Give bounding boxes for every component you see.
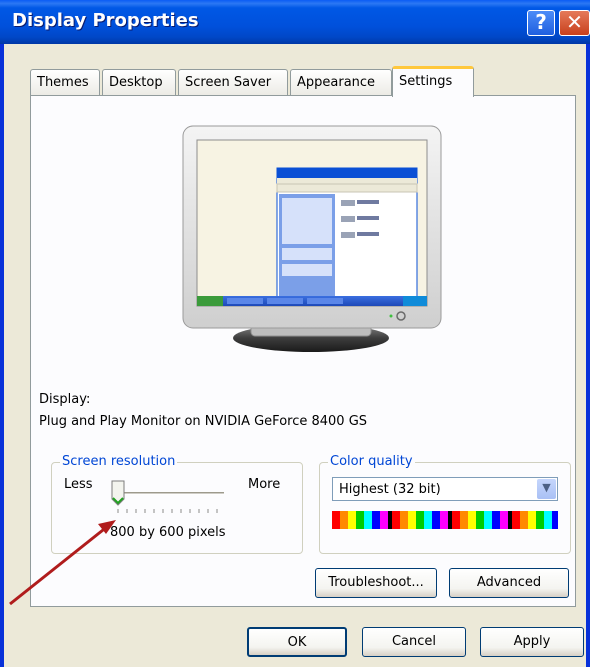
resolution-slider[interactable]: [110, 479, 226, 521]
resolution-value: 800 by 600 pixels: [110, 525, 226, 540]
advanced-button[interactable]: Advanced: [449, 568, 569, 598]
slider-more-label: More: [248, 477, 281, 492]
troubleshoot-button[interactable]: Troubleshoot...: [315, 568, 437, 598]
tab-appearance[interactable]: Appearance: [290, 69, 392, 95]
close-button[interactable]: ✕: [559, 10, 590, 36]
display-heading: Display:: [39, 392, 91, 407]
display-properties-window: Display Properties ? ✕ Themes Desktop Sc…: [0, 0, 590, 667]
help-button[interactable]: ?: [527, 10, 555, 36]
monitor-preview: [182, 125, 442, 352]
slider-less-label: Less: [64, 477, 93, 492]
title-bar[interactable]: Display Properties ? ✕: [0, 0, 590, 44]
ok-button[interactable]: OK: [247, 627, 347, 657]
color-quality-select[interactable]: Highest (32 bit) ▼: [332, 477, 558, 501]
display-device-name: Plug and Play Monitor on NVIDIA GeForce …: [39, 414, 368, 429]
screen-resolution-group: Screen resolution Less More 800 by 600 p…: [51, 454, 303, 554]
tab-settings[interactable]: Settings: [392, 66, 474, 97]
apply-button[interactable]: Apply: [480, 627, 584, 657]
color-quality-legend: Color quality: [328, 454, 415, 469]
color-quality-group: Color quality Highest (32 bit) ▼: [319, 454, 571, 554]
cancel-button[interactable]: Cancel: [362, 627, 466, 657]
color-quality-value: Highest (32 bit): [339, 482, 441, 497]
screen-resolution-legend: Screen resolution: [60, 454, 178, 469]
tab-themes[interactable]: Themes: [30, 69, 100, 95]
tab-screen-saver[interactable]: Screen Saver: [178, 69, 288, 95]
chevron-down-icon[interactable]: ▼: [537, 479, 556, 499]
window-title: Display Properties: [12, 10, 199, 31]
color-spectrum-bar: [332, 511, 558, 529]
tab-desktop[interactable]: Desktop: [102, 69, 176, 95]
settings-panel: Display: Plug and Play Monitor on NVIDIA…: [30, 95, 576, 607]
